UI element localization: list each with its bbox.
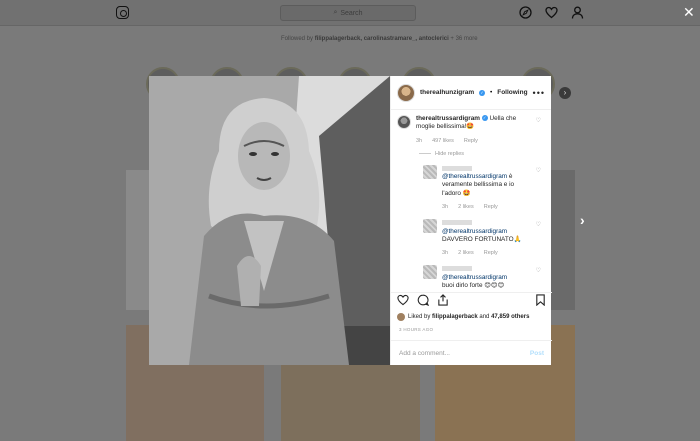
reply-likes[interactable]: 2 likes — [458, 250, 474, 257]
commenter-username[interactable]: therealtrussardigram — [416, 115, 480, 122]
post-header: therealhunzigram ✓ • Following ••• — [391, 76, 551, 110]
reply-button[interactable]: Reply — [464, 138, 478, 145]
liker-avatar — [397, 313, 405, 321]
like-comment-icon[interactable]: ♡ — [536, 222, 541, 230]
comment-icon[interactable] — [417, 294, 430, 309]
post-timestamp[interactable]: 3 HOURS AGO — [399, 327, 433, 332]
author-avatar[interactable] — [397, 83, 415, 102]
reply-time[interactable]: 3h — [442, 250, 448, 257]
following-button[interactable]: Following — [497, 89, 527, 96]
commenter-avatar[interactable] — [397, 115, 411, 129]
grid-thumbnail[interactable] — [551, 170, 575, 310]
compass-icon[interactable] — [519, 6, 532, 19]
verified-badge-icon: ✓ — [479, 89, 485, 96]
bookmark-icon[interactable] — [535, 294, 546, 309]
like-icon[interactable] — [397, 294, 409, 309]
verified-badge-icon: ✓ — [481, 115, 488, 122]
mention-link[interactable]: @therealtrussardigram — [442, 274, 507, 281]
instagram-logo-icon[interactable] — [116, 6, 129, 19]
like-comment-icon[interactable]: ♡ — [536, 268, 541, 276]
mention-link[interactable]: @therealtrussardigram — [442, 228, 507, 235]
grid-thumbnail[interactable] — [126, 170, 149, 310]
commenter-avatar[interactable] — [423, 265, 437, 280]
close-icon[interactable]: ✕ — [683, 4, 695, 21]
post-actions — [391, 292, 552, 310]
search-icon: ⌕ — [333, 9, 338, 16]
reply-item: @therealtrussardigram è veramente bellis… — [423, 164, 545, 211]
author-username[interactable]: therealhunzigram — [420, 89, 474, 96]
reply-button[interactable]: Reply — [484, 250, 498, 257]
add-comment-bar: Add a comment... Post — [391, 340, 552, 365]
hide-replies-button[interactable]: Hide replies — [419, 151, 545, 157]
user-icon[interactable] — [571, 6, 584, 19]
commenter-avatar[interactable] — [423, 164, 437, 179]
top-navigation-bar: ⌕ Search — [0, 0, 700, 26]
reply-likes[interactable]: 2 likes — [458, 204, 474, 211]
commenter-username[interactable] — [442, 266, 472, 272]
search-placeholder: Search — [340, 9, 363, 17]
commenter-username[interactable] — [442, 165, 472, 171]
reply-button[interactable]: Reply — [484, 204, 498, 211]
followed-by-text: Followed by filippalagerback, carolinast… — [281, 36, 478, 42]
comment-item: therealtrussardigram ✓ Uella che moglie … — [397, 115, 545, 145]
mention-link[interactable]: @therealtrussardigram — [442, 173, 507, 180]
post-comment-button[interactable]: Post — [530, 350, 544, 357]
more-options-icon[interactable]: ••• — [533, 88, 545, 98]
reply-text: DAVVERO FORTUNATO🙏 — [442, 235, 522, 243]
reply-item: @therealtrussardigram DAVVERO FORTUNATO🙏… — [423, 219, 545, 257]
like-comment-icon[interactable]: ♡ — [536, 168, 541, 176]
reply-text: buoi dirlo forte 😊😊😊 — [442, 282, 505, 290]
reply-time[interactable]: 3h — [442, 204, 448, 211]
stories-next-icon[interactable]: › — [559, 87, 571, 99]
grid-thumbnail[interactable] — [281, 365, 420, 441]
post-photo[interactable] — [149, 76, 390, 365]
commenter-username[interactable] — [442, 220, 472, 226]
comment-time[interactable]: 3h — [416, 138, 422, 145]
post-modal: therealhunzigram ✓ • Following ••• there… — [149, 76, 552, 365]
comments-list[interactable]: therealtrussardigram ✓ Uella che moglie … — [391, 110, 551, 291]
post-details-panel: therealhunzigram ✓ • Following ••• there… — [390, 76, 552, 365]
next-post-icon[interactable]: › — [580, 212, 585, 228]
comment-likes[interactable]: 497 likes — [432, 138, 454, 145]
reply-item: @therealtrussardigram buoi dirlo forte 😊… — [423, 265, 545, 290]
like-comment-icon[interactable]: ♡ — [536, 118, 541, 126]
likes-summary[interactable]: Liked by filippalagerback and 47,859 oth… — [397, 313, 529, 321]
add-comment-input[interactable]: Add a comment... — [399, 350, 450, 357]
share-icon[interactable] — [437, 294, 449, 309]
search-input[interactable]: ⌕ Search — [280, 5, 416, 21]
heart-icon[interactable] — [545, 6, 558, 19]
commenter-avatar[interactable] — [423, 219, 437, 234]
